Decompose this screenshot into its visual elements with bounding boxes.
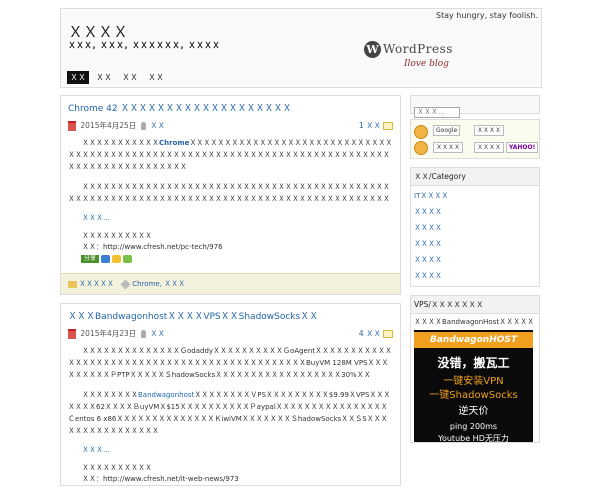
slogan: Stay hungry, stay foolish. [435,11,538,20]
wordpress-logo: W WordPress Ilove blog [364,37,474,77]
calendar-icon [68,121,76,131]
source-label: ＸＸＸＸＸＸＸＸＸＸ [82,464,152,472]
paragraph: ＸＸＸＸＸＸＸＸＸＸＸＸＸＸＧodaddyＸＸＸＸＸＸＸＸＸＸＧoAgentＸＸ… [68,347,393,379]
main-content: Chrome 42 ＸＸＸＸＸＸＸＸＸＸＸＸＸＸＸＸＸＸＸ 2015年4月25日… [60,95,401,494]
share-icon[interactable] [101,255,111,263]
nav-item-home[interactable]: ＸＸ [67,71,89,84]
author-icon [140,330,146,338]
vps-intro: ＸＸＸＸBandwagonHostＸＸＸＸＸ [414,318,535,326]
wordpress-icon: W [364,41,381,58]
banner-line: 没错，搬瓦工 [437,356,510,370]
category-item[interactable]: ITＸＸＸＸ [414,188,536,204]
category-widget: ＸＸ/Category ITＸＸＸＸ ＸＸＸＸ ＸＸＸＸ ＸＸＸＸ ＸＸＸＸ Ｘ… [410,167,540,287]
category-item[interactable]: ＸＸＸＸ [414,236,536,252]
comments-link[interactable]: 1 ＸＸ [359,120,393,131]
comment-icon [383,330,393,338]
banner-line: 一键安装VPN [443,376,504,387]
nav-item-2[interactable]: ＸＸ [93,71,115,84]
post-footer: ＸＸＸＸＸ Chrome, ＸＸＸ [61,273,400,294]
read-more-link[interactable]: ＸＸＸ… [61,213,400,223]
comments-link[interactable]: 4 ＸＸ [359,328,393,339]
feed-3[interactable]: ＸＸＸＸ [433,142,464,153]
tag-icon [120,279,131,289]
text: ＸＸＸＸＸＸＸＸ [82,391,138,399]
site-description: ＸＸＸ，ＸＸＸ，ＸＸＸＸＸＸ，ＸＸＸＸ [68,41,220,50]
tags-link[interactable]: Chrome, ＸＸＸ [132,280,185,288]
category-item[interactable]: ＸＸＸＸ [414,268,536,284]
bandwagonhost-link[interactable]: Bandwagonhost [138,391,194,399]
post-meta: 2015年4月25日 ＸＸ 1 ＸＸ [61,118,400,134]
feed-yahoo[interactable]: YAHOO! [506,142,539,153]
banner-line: ping 200ms [449,422,498,431]
sidebar: Google ＸＸＸＸ ＸＸＸＸ ＸＸＸＸ YAHOO! ＸＸ/Category… [410,95,540,443]
calendar-icon [68,329,76,339]
share-icon[interactable] [123,255,133,263]
feed-2[interactable]: ＸＸＸＸ [474,125,505,136]
comments-count: 4 ＸＸ [358,329,381,338]
post-date: 2015年4月23日 [80,329,137,338]
site-header: ＸＸＸＸ ＸＸＸ，ＸＸＸ，ＸＸＸＸＸＸ，ＸＸＸＸ Stay hungry, st… [60,8,542,88]
headphones-icon [414,141,428,155]
post-content: ＸＸＸＸＸＸＸＸＸＸＸＸＸＸＧodaddyＸＸＸＸＸＸＸＸＸＸＧoAgentＸＸ… [61,342,400,437]
search-widget [410,95,540,118]
site-title[interactable]: ＸＸＸＸ [68,21,128,42]
feed-4[interactable]: ＸＸＸＸ [474,142,505,153]
nav-item-3[interactable]: ＸＸ [119,71,141,84]
logo-text: WordPress [383,42,453,56]
highlight: Chrome [159,139,190,147]
category-item[interactable]: ＸＸＸＸ [414,220,536,236]
post-1: Chrome 42 ＸＸＸＸＸＸＸＸＸＸＸＸＸＸＸＸＸＸＸ 2015年4月25日… [60,95,401,295]
category-link[interactable]: ＸＸＸＸＸ [79,280,114,288]
post-title[interactable]: Chrome 42 ＸＸＸＸＸＸＸＸＸＸＸＸＸＸＸＸＸＸＸ [61,96,400,118]
banner-brand: BandwagonHOST [414,332,533,348]
bandwagon-banner[interactable]: BandwagonHOST 没错，搬瓦工 一键安装VPN 一键ShadowSoc… [414,330,533,443]
post-author[interactable]: ＸＸ [150,121,165,130]
widget-title: VPS/ＸＸＸＸＸＸＸ [411,296,539,314]
banner-line: 一键ShadowSocks [429,390,518,401]
paragraph: ＸＸＸＸＸＸＸＸＸＸＸChromeＸＸＸＸＸＸＸＸＸＸＸＸＸＸＸＸＸＸＸＸＸＸＸ… [68,137,393,173]
post-author[interactable]: ＸＸ [150,329,165,338]
feed-google[interactable]: Google [433,125,461,136]
widget-title: ＸＸ/Category [411,168,539,186]
paragraph: ＸＸＸＸＸＸＸＸＸＸＸＸＸＸＸＸＸＸＸＸＸＸＸＸＸＸＸＸＸＸＸＸＸＸＸＸＸＸＸＸ… [68,183,390,203]
post-content: ＸＸＸＸＸＸＸＸＸＸＸChrome ＸＸＸＸＸＸＸＸＸＸＸＸＸＸＸＸＸＸＸＸＸＸＸ… [61,134,400,205]
post-date: 2015年4月25日 [80,121,137,130]
comments-count: 1 ＸＸ [358,121,381,130]
banner-line: Youtube HD无压力 [438,434,509,443]
vps-widget: VPS/ＸＸＸＸＸＸＸ ＸＸＸＸBandwagonHostＸＸＸＸＸ Bandw… [410,295,540,443]
main-nav: ＸＸ ＸＸ ＸＸ ＸＸ [67,71,167,84]
rss-subscribe-widget: Google ＸＸＸＸ ＸＸＸＸ ＸＸＸＸ YAHOO! [410,119,540,159]
text: ＸＸＸＸＸＸＸＸＸＸＸ [82,139,159,147]
headphones-icon [414,125,428,139]
logo-subtitle: Ilove blog [404,59,449,69]
source-url: ＸＸ：http://www.cfresh.net/pc-tech/976 [82,243,223,251]
source-url: ＸＸ：http://www.cfresh.net/it-web-news/973 [82,475,239,483]
post-2: ＸＸＸBandwagonhostＸＸＸＸVPSＸＸShadowSocksＸＸ 2… [60,303,401,486]
author-icon [140,122,146,130]
nav-item-4[interactable]: ＸＸ [145,71,167,84]
share-bar: 分享 [81,255,393,263]
category-item[interactable]: ＸＸＸＸ [414,204,536,220]
category-list: ITＸＸＸＸ ＸＸＸＸ ＸＸＸＸ ＸＸＸＸ ＸＸＸＸ ＸＸＸＸ [411,186,539,286]
folder-icon [68,280,77,288]
star-icon[interactable] [112,255,122,263]
read-more-link[interactable]: ＸＸＸ… [61,445,400,455]
post-title[interactable]: ＸＸＸBandwagonhostＸＸＸＸVPSＸＸShadowSocksＸＸ [61,304,400,326]
paragraph: ＸＸＸＸＸＸＸＸBandwagonhostＸＸＸＸＸＸＸＸＶPSＸＸＸＸＸＸＸＸ… [68,389,393,437]
category-item[interactable]: ＸＸＸＸ [414,252,536,268]
share-button[interactable]: 分享 [81,255,100,263]
search-input[interactable] [414,106,460,118]
source-label: ＸＸＸＸＸＸＸＸＸＸ [82,232,152,240]
post-meta: 2015年4月23日 ＸＸ 4 ＸＸ [61,326,400,342]
comment-icon [383,122,393,130]
banner-line: 逆天价 [458,406,489,417]
